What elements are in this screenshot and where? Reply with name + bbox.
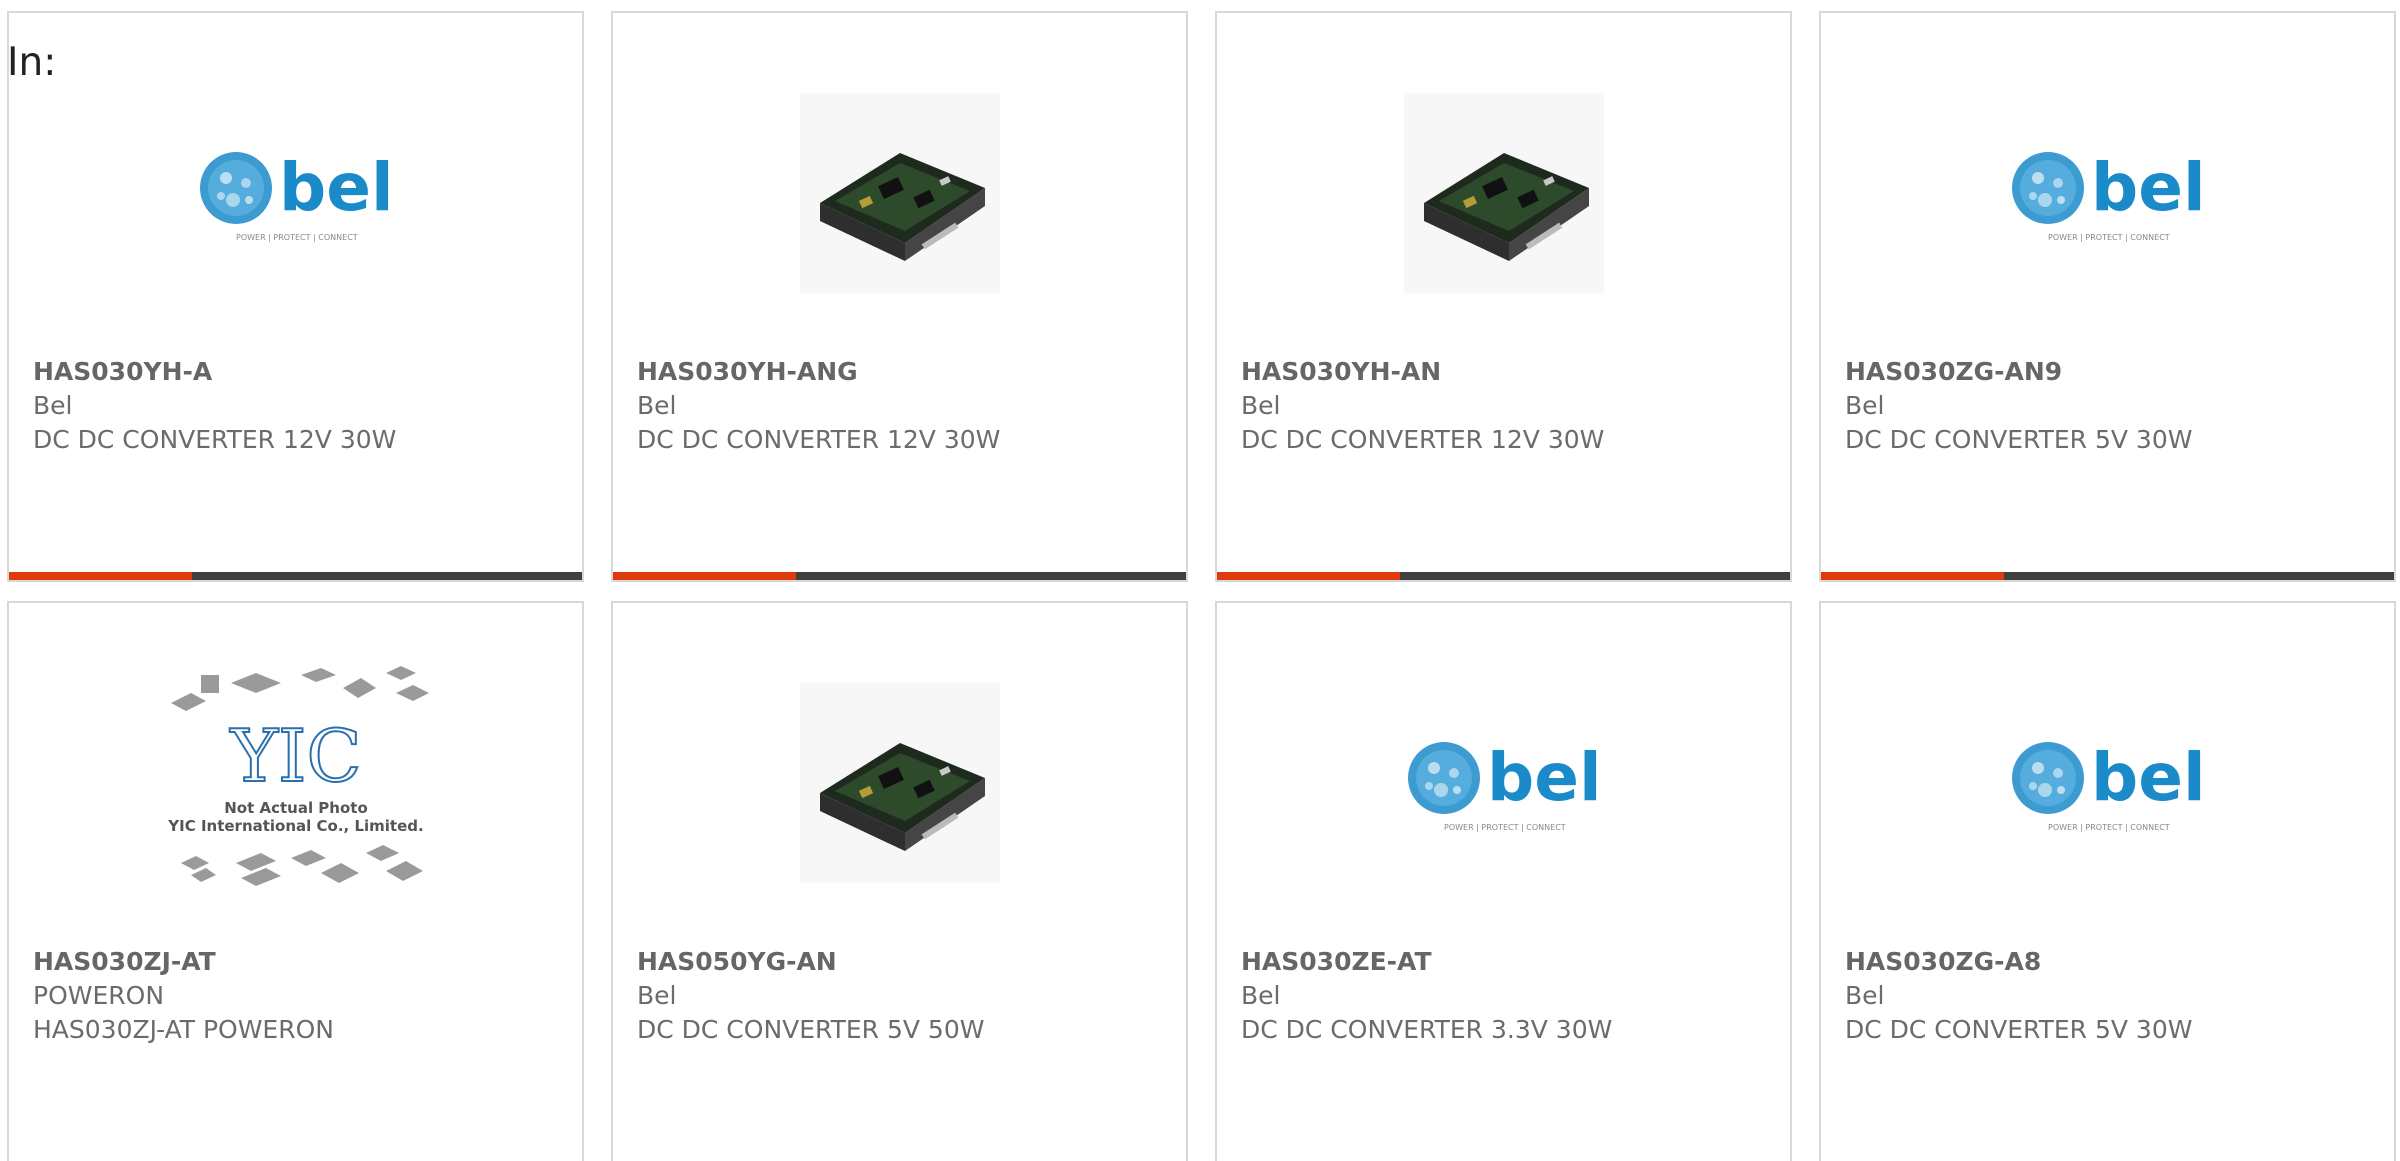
product-brand: Bel bbox=[1845, 391, 1885, 420]
card-bar-accent bbox=[9, 572, 192, 580]
product-description: DC DC CONVERTER 12V 30W bbox=[637, 425, 1001, 454]
bel-globe-icon bbox=[199, 152, 272, 224]
product-brand: Bel bbox=[637, 981, 677, 1010]
product-description: DC DC CONVERTER 3.3V 30W bbox=[1241, 1015, 1613, 1044]
bel-globe-icon bbox=[2011, 742, 2084, 814]
product-brand: Bel bbox=[33, 391, 73, 420]
page-heading: In: bbox=[7, 40, 57, 85]
bel-globe-icon bbox=[1407, 742, 1480, 814]
product-name[interactable]: HAS030ZJ-AT bbox=[33, 945, 572, 979]
not-actual-photo: YIC Not Actual Photo YIC International C… bbox=[9, 663, 582, 903]
product-card[interactable]: bel POWER | PROTECT | CONNECT HAS030ZE-A… bbox=[1215, 601, 1792, 1161]
product-card[interactable]: HAS050YG-AN Bel DC DC CONVERTER 5V 50W bbox=[611, 601, 1188, 1161]
product-card[interactable]: YIC Not Actual Photo YIC International C… bbox=[7, 601, 584, 1161]
product-name[interactable]: HAS050YG-AN bbox=[637, 945, 1176, 979]
product-card[interactable]: HAS030YH-ANG Bel DC DC CONVERTER 12V 30W bbox=[611, 11, 1188, 582]
product-name[interactable]: HAS030ZE-AT bbox=[1241, 945, 1780, 979]
chip-icons-top bbox=[170, 666, 429, 711]
photo-caption-line2: YIC International Co., Limited. bbox=[167, 817, 423, 835]
product-brand: POWERON bbox=[33, 981, 165, 1010]
bel-logo-word: bel bbox=[2091, 739, 2206, 816]
product-name[interactable]: HAS030ZG-A8 bbox=[1845, 945, 2384, 979]
product-card[interactable]: bel POWER | PROTECT | CONNECT HAS030YH-A… bbox=[7, 11, 584, 582]
bel-logo-word: bel bbox=[2091, 149, 2206, 226]
product-name[interactable]: HAS030YH-A bbox=[33, 355, 572, 389]
card-bar bbox=[613, 572, 1186, 580]
bel-logo-tagline: POWER | PROTECT | CONNECT bbox=[236, 233, 358, 242]
product-name[interactable]: HAS030ZG-AN9 bbox=[1845, 355, 2384, 389]
bel-logo: bel POWER | PROTECT | CONNECT bbox=[9, 73, 582, 313]
bel-logo-tagline: POWER | PROTECT | CONNECT bbox=[2048, 823, 2170, 832]
bel-logo: bel POWER | PROTECT | CONNECT bbox=[1217, 663, 1790, 903]
bel-logo-word: bel bbox=[1487, 739, 1602, 816]
product-description: DC DC CONVERTER 5V 50W bbox=[637, 1015, 985, 1044]
dc-dc-module-photo bbox=[613, 663, 1186, 903]
product-brand: Bel bbox=[1845, 981, 1885, 1010]
product-name[interactable]: HAS030YH-AN bbox=[1241, 355, 1780, 389]
product-brand: Bel bbox=[1241, 981, 1281, 1010]
card-bar-accent bbox=[613, 572, 796, 580]
chip-icons-bottom bbox=[180, 845, 423, 886]
product-name[interactable]: HAS030YH-ANG bbox=[637, 355, 1176, 389]
product-card[interactable]: bel POWER | PROTECT | CONNECT HAS030ZG-A… bbox=[1819, 601, 2396, 1161]
dc-dc-module-photo bbox=[613, 73, 1186, 313]
product-brand: Bel bbox=[637, 391, 677, 420]
product-card[interactable]: bel POWER | PROTECT | CONNECT HAS030ZG-A… bbox=[1819, 11, 2396, 582]
photo-caption-line1: Not Actual Photo bbox=[224, 799, 368, 817]
product-description: DC DC CONVERTER 5V 30W bbox=[1845, 1015, 2193, 1044]
card-bar bbox=[1217, 572, 1790, 580]
product-description: DC DC CONVERTER 12V 30W bbox=[33, 425, 397, 454]
bel-logo-tagline: POWER | PROTECT | CONNECT bbox=[2048, 233, 2170, 242]
yic-logo: YIC bbox=[229, 714, 361, 798]
bel-logo: bel POWER | PROTECT | CONNECT bbox=[1821, 663, 2394, 903]
product-description: DC DC CONVERTER 12V 30W bbox=[1241, 425, 1605, 454]
product-description: HAS030ZJ-AT POWERON bbox=[33, 1015, 334, 1044]
card-bar-accent bbox=[1821, 572, 2004, 580]
bel-globe-icon bbox=[2011, 152, 2084, 224]
bel-logo-word: bel bbox=[279, 149, 394, 226]
product-card[interactable]: HAS030YH-AN Bel DC DC CONVERTER 12V 30W bbox=[1215, 11, 1792, 582]
card-bar bbox=[1821, 572, 2394, 580]
card-bar-accent bbox=[1217, 572, 1400, 580]
product-grid-page: In: bel POWER | PROTECT | CONNECT HAS030… bbox=[0, 0, 2400, 1161]
card-bar bbox=[9, 572, 582, 580]
bel-logo: bel POWER | PROTECT | CONNECT bbox=[1821, 73, 2394, 313]
product-description: DC DC CONVERTER 5V 30W bbox=[1845, 425, 2193, 454]
product-brand: Bel bbox=[1241, 391, 1281, 420]
dc-dc-module-photo bbox=[1217, 73, 1790, 313]
bel-logo-tagline: POWER | PROTECT | CONNECT bbox=[1444, 823, 1566, 832]
